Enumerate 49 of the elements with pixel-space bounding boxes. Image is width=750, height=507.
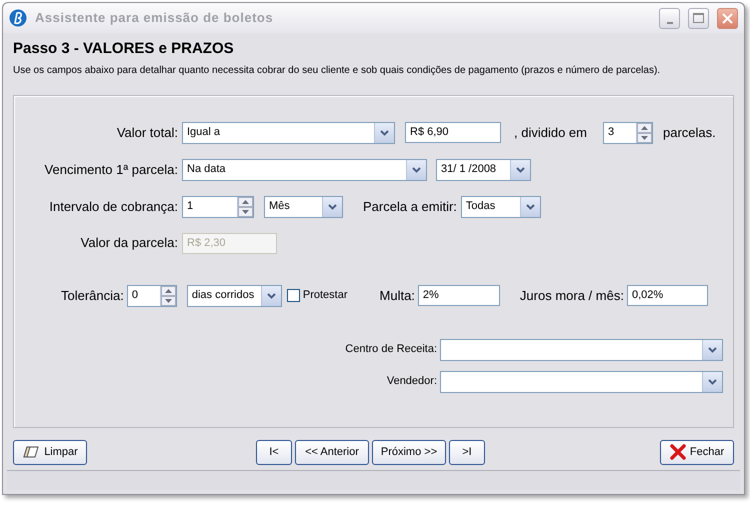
close-icon (670, 444, 686, 460)
field-label: Tolerância: (61, 286, 124, 305)
minimize-icon (666, 22, 672, 24)
maximize-button[interactable] (688, 8, 709, 28)
close-window-button[interactable] (717, 8, 738, 28)
field-label: parcelas. (662, 124, 716, 142)
eraser-icon (22, 445, 40, 459)
field-label: Multa: (380, 286, 415, 305)
protest-checkbox[interactable] (286, 289, 300, 302)
field-label: Vendedor: (386, 374, 437, 390)
field-label: Centro de Receita: (345, 342, 437, 358)
step-description: Use os campos abaixo para detalhar quanto necessita cobrar do seu cliente e sob quais condições de pagamento (prazos e número de parcelas). (13, 64, 662, 78)
field-label: Valor da parcela: (80, 234, 178, 252)
nav-button[interactable]: << Anterior (295, 440, 369, 464)
nav-button[interactable]: >I (449, 440, 485, 464)
tolerance-spinner[interactable]: 0 (126, 284, 177, 306)
checkbox-label: Protestar (302, 288, 348, 304)
field-label: Vencimento 1ª parcela: (44, 160, 178, 179)
field-label: Juros mora / mês: (520, 286, 624, 305)
field-label: , dividido em (514, 124, 587, 142)
close-button[interactable]: Fechar (660, 440, 734, 464)
interest-field[interactable]: 0,02% (626, 285, 708, 306)
amount-field[interactable]: R$ 6,90 (405, 122, 501, 143)
installment-dropdown[interactable]: Todas (460, 196, 541, 218)
step-heading: Passo 3 - VALORES e PRAZOS (13, 39, 235, 59)
spinner-arrows-icon[interactable] (636, 122, 652, 142)
maximize-icon (693, 13, 704, 23)
due-mode-dropdown[interactable]: Na data (182, 158, 427, 180)
fine-field[interactable]: 2% (418, 285, 500, 306)
revenue-center-dropdown[interactable] (440, 338, 723, 360)
interval-spinner[interactable]: 1 (182, 196, 254, 218)
mode-dropdown[interactable]: Igual a (182, 122, 395, 144)
nav-button[interactable]: I< (256, 440, 292, 464)
nav-button[interactable]: Próximo >> (372, 440, 446, 464)
close-icon (722, 12, 733, 24)
installments-spinner[interactable]: 3 (602, 122, 653, 144)
window-title: Assistente para emissão de boletos (35, 9, 274, 28)
seller-dropdown[interactable] (440, 370, 723, 392)
app-logo-icon (9, 9, 27, 27)
field-label: Intervalo de cobrança: (48, 198, 178, 216)
clear-button[interactable]: Limpar (13, 440, 87, 464)
field-label: Valor total: (116, 124, 178, 142)
date-picker[interactable]: 31/ 1 /2008 (436, 158, 531, 180)
days-dropdown[interactable]: dias corridos (186, 284, 282, 306)
spinner-arrows-icon[interactable] (160, 286, 176, 306)
minimize-button[interactable] (659, 8, 680, 28)
field-label: Parcela a emitir: (363, 198, 457, 216)
unit-dropdown[interactable]: Mês (264, 196, 343, 218)
spinner-arrows-icon[interactable] (237, 196, 253, 216)
